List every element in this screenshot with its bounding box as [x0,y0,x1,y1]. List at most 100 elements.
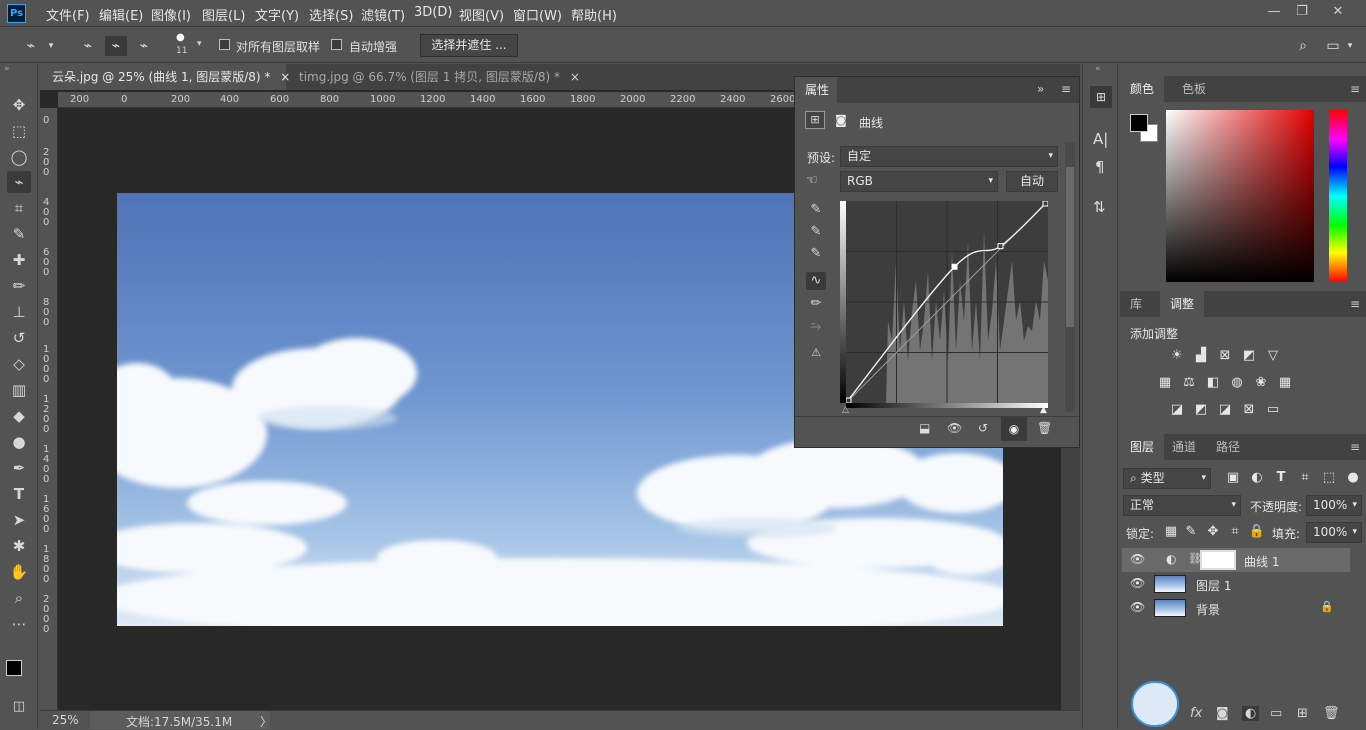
brightness-icon[interactable]: ☀ [1168,347,1186,365]
close-button[interactable]: ✕ [1323,2,1353,22]
curve-control-point[interactable] [846,397,852,403]
layer-row-layer1[interactable]: 👁 图层 1 [1122,572,1350,596]
invert-icon[interactable]: ◪ [1168,401,1186,419]
new-group-icon[interactable]: ▭ [1270,706,1282,721]
sample-all-layers-checkbox[interactable] [219,39,230,50]
preset-select[interactable]: 自定 ▾ [840,146,1058,167]
color-field[interactable] [1166,110,1314,282]
lasso-tool-icon[interactable]: ◯ [7,146,31,168]
add-mask-icon[interactable]: ◙ [1216,706,1229,721]
tab-adjustments[interactable]: 调整 [1160,291,1205,317]
quick-selection-tool-icon[interactable]: ⌁ [7,171,31,193]
shape-tool-icon[interactable]: ✱ [7,535,31,557]
brush-tool-icon[interactable]: ✏ [7,275,31,297]
dodge-tool-icon[interactable]: ● [7,431,31,453]
clipping-warning-icon[interactable]: ⚠ [806,344,826,362]
gradient-tool-icon[interactable]: ▥ [7,379,31,401]
menu-filter[interactable]: 滤镜(T) [361,5,405,24]
move-tool-icon[interactable]: ✥ [7,94,31,116]
filter-adjustment-icon[interactable]: ◐ [1248,469,1266,487]
menu-help[interactable]: 帮助(H) [571,5,617,24]
menu-edit[interactable]: 编辑(E) [99,5,143,24]
curves-graph[interactable] [846,201,1048,403]
layer-mask-thumbnail[interactable] [1200,550,1236,570]
menu-image[interactable]: 图像(I) [151,5,191,24]
collapse-icon[interactable]: « [1095,64,1101,74]
healing-brush-icon[interactable]: ✚ [7,249,31,271]
curve-point-tool-icon[interactable]: ∿ [806,272,826,290]
menu-select[interactable]: 选择(S) [309,5,353,24]
filter-pixel-icon[interactable]: ▣ [1224,469,1242,487]
trash-icon[interactable]: 🗑 [1323,706,1340,721]
foreground-swatch[interactable] [1130,114,1148,132]
tab-channels[interactable]: 通道 [1162,434,1206,460]
photo-filter-icon[interactable]: ◍ [1228,374,1246,392]
avatar[interactable] [1131,681,1179,727]
eyedropper-tool-icon[interactable]: ✎ [7,223,31,245]
blur-tool-icon[interactable]: ◆ [7,405,31,427]
posterize-icon[interactable]: ◩ [1192,401,1210,419]
selective-color-icon[interactable]: ⊠ [1240,401,1258,419]
exposure-icon[interactable]: ◩ [1240,347,1258,365]
search-icon[interactable]: ⌕ [1292,36,1314,56]
curves-adjustment-icon[interactable]: ⊞ [805,111,825,129]
eraser-tool-icon[interactable]: ◇ [7,353,31,375]
clip-to-layer-icon[interactable]: ⬓ [919,421,930,435]
more-tools-icon[interactable]: ⋯ [7,613,31,635]
black-point-eyedropper-icon[interactable]: ✎ [806,201,826,219]
color-balance-icon[interactable]: ⚖ [1180,374,1198,392]
channel-select[interactable]: RGB ▾ [840,171,998,192]
paragraph-panel-icon[interactable]: ¶ [1095,158,1105,176]
history-brush-icon[interactable]: ↺ [7,327,31,349]
filter-toggle-icon[interactable]: ● [1344,469,1362,487]
zoom-level[interactable]: 25% [52,713,79,727]
menu-view[interactable]: 视图(V) [459,5,504,24]
menu-3d[interactable]: 3D(D) [414,5,452,20]
chevron-down-icon[interactable]: ▾ [1339,36,1361,56]
tab-timg[interactable]: timg.jpg @ 66.7% (图层 1 拷贝, 图层蒙版/8) * × [287,64,580,90]
curves-icon[interactable]: ⊠ [1216,347,1234,365]
filter-shape-icon[interactable]: ⌗ [1296,469,1314,487]
tab-swatches[interactable]: 色板 [1172,76,1216,102]
auto-button[interactable]: 自动 [1006,171,1058,192]
blend-mode-select[interactable]: 正常 ▾ [1123,495,1241,516]
quick-select-preset-icon[interactable]: ⌁ [20,36,42,56]
lock-image-icon[interactable]: ✎ [1182,523,1200,541]
gradient-map-icon[interactable]: ▭ [1264,401,1282,419]
white-point-eyedropper-icon[interactable]: ✎ [806,245,826,263]
subtract-selection-icon[interactable]: ⌁ [133,36,155,56]
black-slider-icon[interactable]: △ [842,405,849,415]
new-layer-icon[interactable]: ⊞ [1297,706,1308,721]
tab-library[interactable]: 库 [1120,291,1152,317]
properties-panel-icon[interactable]: ⊞ [1090,86,1112,108]
hue-saturation-icon[interactable]: ▦ [1156,374,1174,392]
lock-transparent-icon[interactable]: ▦ [1162,523,1180,541]
lock-artboard-icon[interactable]: ⌗ [1226,523,1244,541]
smooth-icon[interactable]: ⥲ [806,318,826,336]
add-to-selection-icon[interactable]: ⌁ [105,36,127,56]
channel-mixer-icon[interactable]: ❀ [1252,374,1270,392]
menu-icon[interactable]: ≡ [1061,82,1071,96]
menu-icon[interactable]: ≡ [1350,82,1360,96]
filter-type-icon[interactable]: T [1272,469,1290,487]
lock-all-icon[interactable]: 🔒 [1248,523,1266,541]
brush-size[interactable]: 11 [176,46,187,56]
new-selection-icon[interactable]: ⌁ [77,36,99,56]
on-image-adjust-icon[interactable]: ☜ [806,173,818,188]
trash-icon[interactable]: 🗑 [1037,421,1052,435]
new-adjustment-icon[interactable]: ◐ [1242,706,1260,721]
character-panel-icon[interactable]: A| [1093,130,1108,148]
curve-control-point[interactable] [1042,201,1048,207]
eye-icon[interactable]: 👁 [1130,552,1145,566]
auto-enhance-checkbox[interactable] [331,39,342,50]
layer-row-curves[interactable]: 👁 ◐ ⛓ 曲线 1 [1122,548,1350,572]
status-menu-arrow[interactable]: 〉 [260,713,272,730]
tab-layers[interactable]: 图层 [1120,434,1165,460]
select-and-mask-button[interactable]: 选择并遮住 ... [420,34,518,57]
gray-point-eyedropper-icon[interactable]: ✎ [806,223,826,241]
reset-icon[interactable]: ↺ [978,421,988,435]
zoom-tool-icon[interactable]: ⌕ [7,587,31,609]
close-icon[interactable]: × [570,70,580,84]
color-lookup-icon[interactable]: ▦ [1276,374,1294,392]
menu-window[interactable]: 窗口(W) [513,5,562,24]
